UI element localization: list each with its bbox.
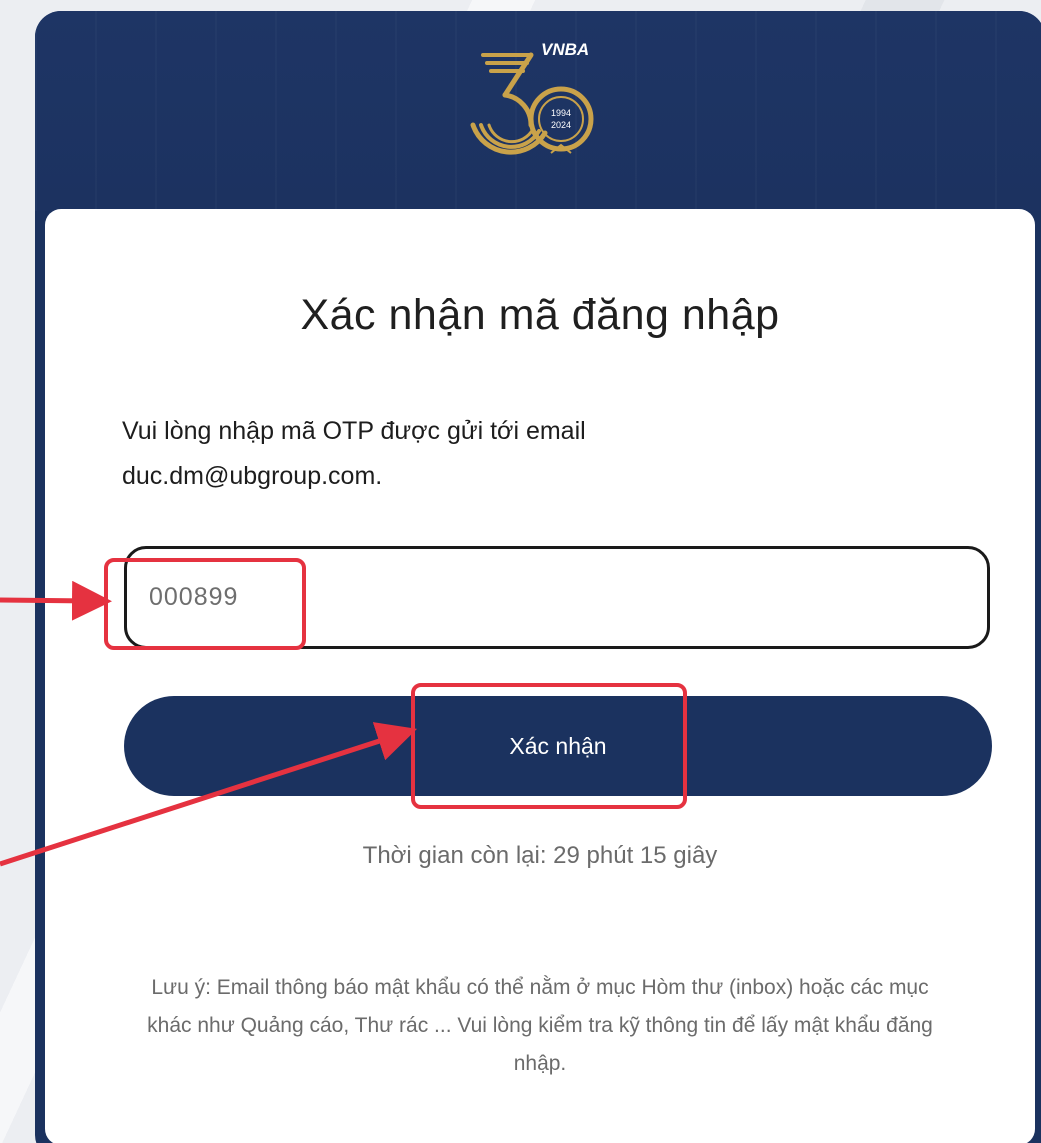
header-banner: VNBA 1994 2024 <box>35 11 1041 211</box>
page-title: Xác nhận mã đăng nhập <box>300 291 780 339</box>
instruction-line: Vui lòng nhập mã OTP được gửi tới email <box>122 417 586 445</box>
instruction-email: duc.dm@ubgroup.com. <box>122 462 383 490</box>
button-highlight-box <box>411 683 687 809</box>
spam-folder-note: Lưu ý: Email thông báo mật khẩu có thể n… <box>147 976 933 1075</box>
otp-highlight-box <box>104 558 306 650</box>
logo-year-end: 2024 <box>551 120 571 130</box>
logo-vnba-text: VNBA <box>541 40 589 59</box>
countdown-timer: Thời gian còn lại: 29 phút 15 giây <box>362 842 718 869</box>
vnba-30-years-logo: VNBA 1994 2024 <box>470 40 594 155</box>
otp-card: Xác nhận mã đăng nhập Vui lòng nhập mã O… <box>45 209 1035 1143</box>
otp-instruction: Vui lòng nhập mã OTP được gửi tới email … <box>122 409 822 499</box>
logo-year-start: 1994 <box>551 108 571 118</box>
